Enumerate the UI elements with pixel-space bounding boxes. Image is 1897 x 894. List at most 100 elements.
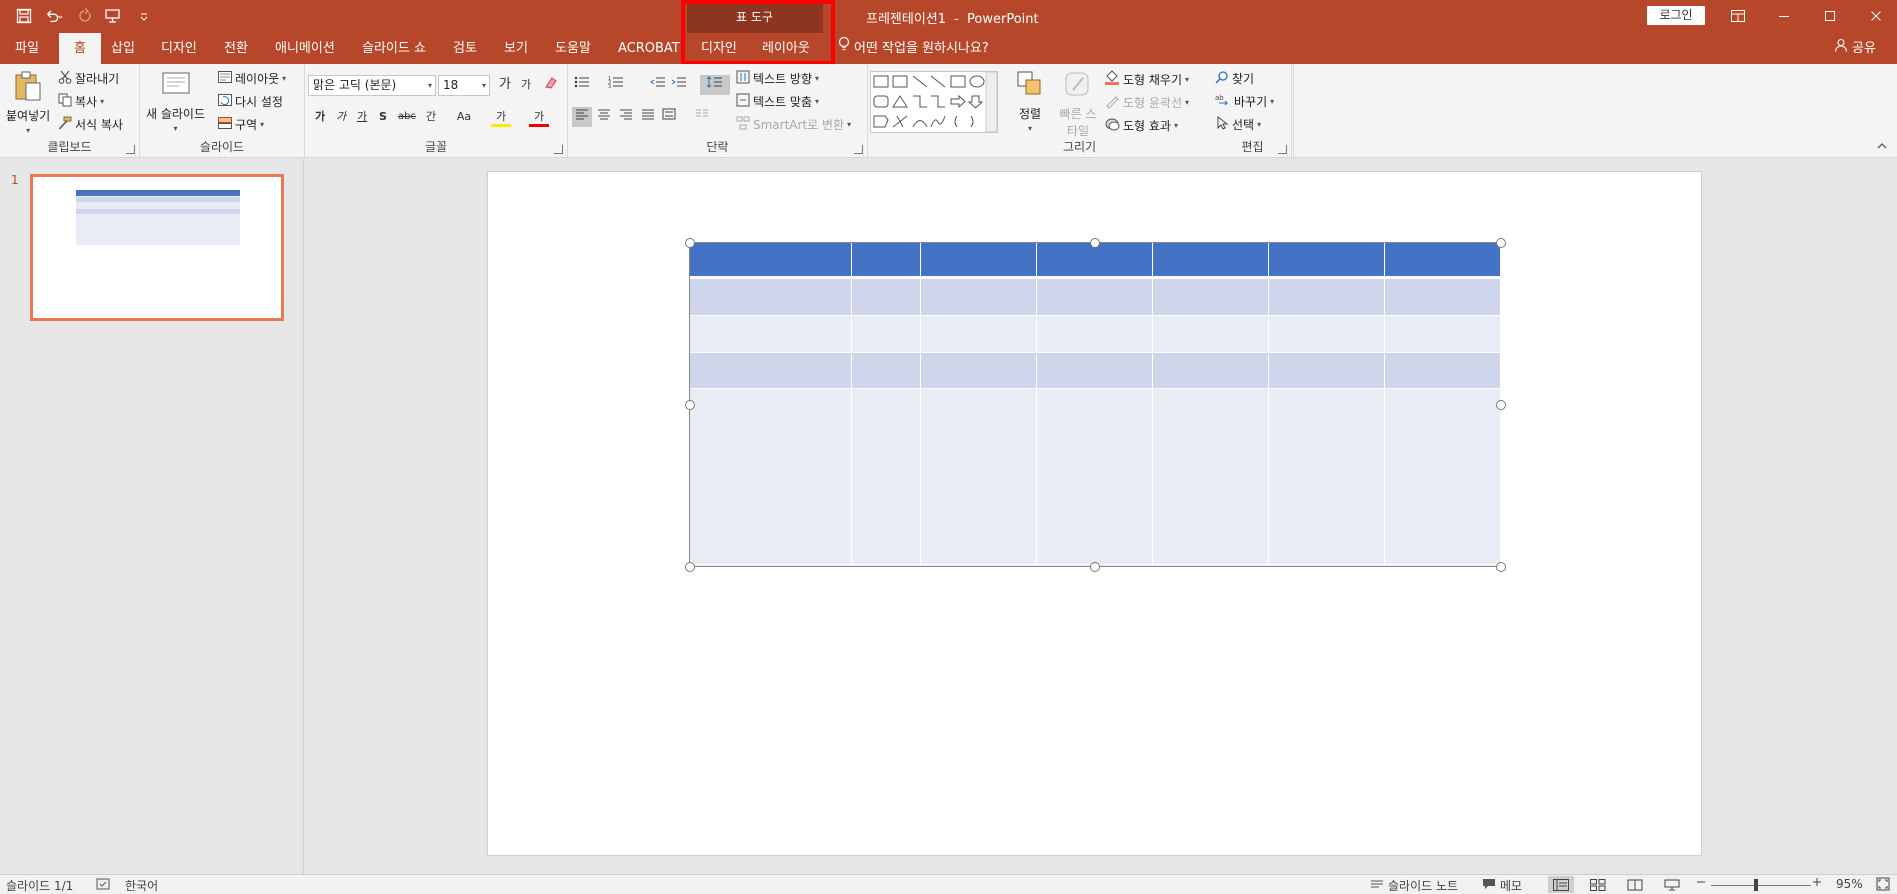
resize-handle-middle-left[interactable]	[685, 400, 695, 410]
table-cell[interactable]	[1385, 389, 1501, 565]
clear-formatting-icon[interactable]	[541, 75, 561, 95]
tab-acrobat[interactable]: ACROBAT	[614, 33, 684, 64]
strikethrough-button[interactable]: abc	[395, 107, 419, 127]
table-header-cell[interactable]	[1385, 243, 1501, 279]
table-cell[interactable]	[1037, 389, 1153, 565]
slide-table[interactable]	[689, 242, 1501, 567]
clipboard-dialog-launcher[interactable]	[126, 145, 135, 154]
share-button[interactable]: 공유	[1834, 33, 1876, 64]
table-cell[interactable]	[852, 353, 921, 389]
zoom-in-icon[interactable]	[1812, 877, 1822, 887]
line-spacing-icon[interactable]	[700, 75, 730, 95]
shadow-button[interactable]: S	[373, 107, 393, 127]
font-color-button[interactable]: 가	[529, 107, 549, 127]
decrease-indent-icon[interactable]	[648, 75, 668, 95]
slide-sorter-icon[interactable]	[1585, 876, 1611, 893]
tab-file[interactable]: 파일	[11, 33, 43, 64]
shape-effects-button[interactable]: 도형 효과 ▾	[1104, 116, 1178, 135]
table-cell[interactable]	[1037, 353, 1153, 389]
close-icon[interactable]	[1866, 6, 1886, 26]
table-cell[interactable]	[690, 316, 852, 353]
table-cell[interactable]	[921, 279, 1037, 316]
tab-insert[interactable]: 삽입	[107, 33, 139, 64]
table-header-cell[interactable]	[852, 243, 921, 279]
presentation-start-icon[interactable]	[104, 6, 124, 26]
table-cell[interactable]	[690, 279, 852, 316]
table-cell[interactable]	[1037, 316, 1153, 353]
paste-button[interactable]: 붙여넣기 ▾	[6, 70, 50, 135]
table-header-cell[interactable]	[1153, 243, 1269, 279]
copy-button[interactable]: 복사 ▾	[58, 93, 104, 110]
distributed-icon[interactable]	[659, 107, 679, 127]
table-cell[interactable]	[852, 389, 921, 565]
justify-icon[interactable]	[638, 107, 658, 127]
text-direction-button[interactable]: 텍스트 방향 ▾	[736, 70, 819, 87]
comments-button[interactable]: 메모	[1482, 877, 1522, 894]
table-cell[interactable]	[921, 316, 1037, 353]
login-button[interactable]: 로그인	[1647, 6, 1705, 25]
minimize-icon[interactable]	[1774, 6, 1794, 26]
select-button[interactable]: 선택 ▾	[1215, 115, 1261, 133]
tab-design[interactable]: 디자인	[157, 33, 201, 64]
redo-icon[interactable]	[74, 6, 94, 26]
resize-handle-top-left[interactable]	[685, 238, 695, 248]
italic-button[interactable]: 가	[331, 107, 351, 127]
fit-to-window-icon[interactable]	[1876, 877, 1890, 891]
format-painter-button[interactable]: 서식 복사	[58, 116, 123, 133]
align-left-icon[interactable]	[572, 107, 592, 127]
tab-table-design[interactable]: 디자인	[697, 33, 741, 64]
zoom-slider-track[interactable]	[1711, 885, 1811, 886]
reading-view-icon[interactable]	[1622, 876, 1648, 893]
table-cell[interactable]	[1153, 279, 1269, 316]
layout-button[interactable]: 레이아웃 ▾	[218, 70, 286, 87]
table-header-cell[interactable]	[1269, 243, 1385, 279]
char-spacing-button[interactable]: 간	[421, 107, 441, 127]
resize-handle-bottom-center[interactable]	[1090, 562, 1100, 572]
table-cell[interactable]	[1385, 279, 1501, 316]
font-dialog-launcher[interactable]	[554, 145, 563, 154]
smartart-convert-button[interactable]: SmartArt로 변환 ▾	[736, 116, 851, 133]
ribbon-display-options-icon[interactable]	[1728, 6, 1748, 26]
accessibility-icon[interactable]	[96, 877, 110, 891]
undo-icon[interactable]	[44, 6, 64, 26]
table-cell[interactable]	[1153, 316, 1269, 353]
zoom-out-icon[interactable]	[1696, 877, 1706, 887]
table-header-cell[interactable]	[1037, 243, 1153, 279]
font-size-combo[interactable]: 18 ▾	[438, 75, 490, 96]
table-cell[interactable]	[921, 353, 1037, 389]
tab-view[interactable]: 보기	[500, 33, 532, 64]
normal-view-icon[interactable]	[1548, 876, 1574, 893]
table-header-cell[interactable]	[690, 243, 852, 279]
notes-button[interactable]: 슬라이드 노트	[1370, 877, 1458, 894]
language-status[interactable]: 한국어	[125, 877, 158, 894]
table-cell[interactable]	[1269, 389, 1385, 565]
tell-me-search[interactable]: 어떤 작업을 원하시나요?	[838, 33, 989, 64]
tab-table-layout[interactable]: 레이아웃	[758, 33, 814, 64]
shapes-gallery[interactable]	[870, 71, 998, 133]
table-cell[interactable]	[1269, 279, 1385, 316]
resize-handle-bottom-right[interactable]	[1496, 562, 1506, 572]
table-cell[interactable]	[1385, 316, 1501, 353]
collapse-ribbon-icon[interactable]	[1876, 140, 1888, 154]
shape-outline-button[interactable]: 도형 윤곽선 ▾	[1104, 93, 1189, 112]
new-slide-button[interactable]: 새 슬라이드 ▾	[146, 70, 205, 133]
align-center-icon[interactable]	[594, 107, 614, 127]
table-cell[interactable]	[852, 279, 921, 316]
save-icon[interactable]	[14, 6, 34, 26]
grow-font-button[interactable]: 가	[495, 75, 515, 95]
zoom-slider-thumb[interactable]	[1754, 879, 1758, 891]
slide-thumbnail[interactable]	[30, 174, 284, 321]
tab-transitions[interactable]: 전환	[220, 33, 252, 64]
tab-review[interactable]: 검토	[449, 33, 481, 64]
table-cell[interactable]	[1269, 316, 1385, 353]
font-name-combo[interactable]: 맑은 고딕 (본문) ▾	[308, 75, 436, 96]
tab-slideshow[interactable]: 슬라이드 쇼	[358, 33, 430, 64]
shape-fill-button[interactable]: 도형 채우기 ▾	[1104, 70, 1189, 89]
paragraph-dialog-launcher[interactable]	[854, 145, 863, 154]
table-cell[interactable]	[690, 353, 852, 389]
table-cell[interactable]	[1153, 353, 1269, 389]
bullets-icon[interactable]	[572, 75, 592, 95]
table-header-cell[interactable]	[921, 243, 1037, 279]
highlight-button[interactable]: 가	[491, 107, 511, 127]
numbering-icon[interactable]: 123	[606, 75, 626, 95]
